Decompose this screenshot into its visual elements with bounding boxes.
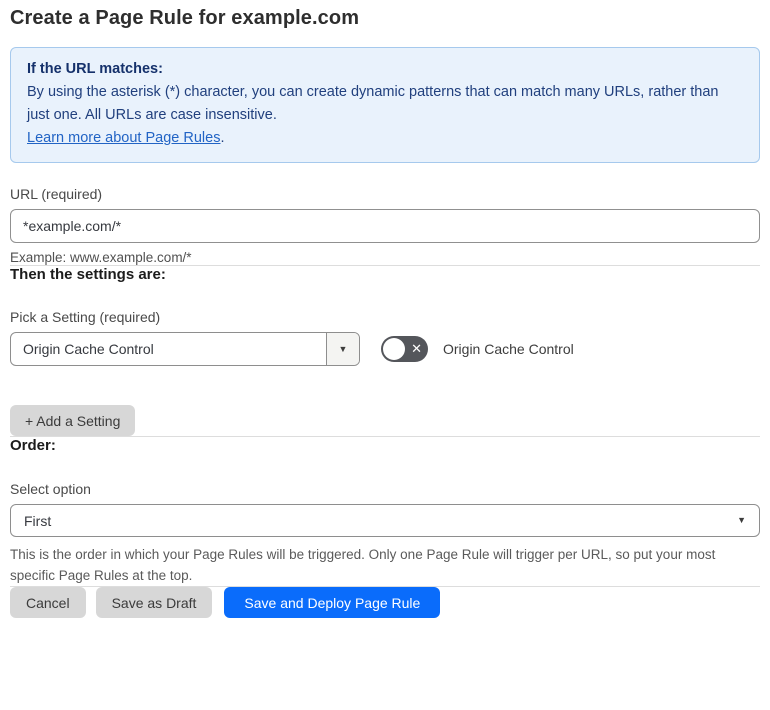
setting-select[interactable]: Origin Cache Control ▼ <box>10 332 360 366</box>
origin-cache-toggle[interactable]: ✕ <box>381 336 428 362</box>
page-title: Create a Page Rule for example.com <box>10 7 360 29</box>
order-select[interactable]: First ▼ <box>10 504 760 537</box>
setting-select-caret-button[interactable]: ▼ <box>326 333 359 365</box>
pick-setting-label: Pick a Setting (required) <box>10 309 161 325</box>
settings-section-heading: Then the settings are: <box>10 266 166 283</box>
save-as-draft-button[interactable]: Save as Draft <box>95 587 213 618</box>
save-and-deploy-button[interactable]: Save and Deploy Page Rule <box>224 587 441 618</box>
learn-more-link[interactable]: Learn more about Page Rules <box>27 130 220 146</box>
url-label: URL (required) <box>10 186 103 202</box>
cancel-button[interactable]: Cancel <box>10 587 86 618</box>
setting-row: Pick a Setting (required) Origin Cache C… <box>10 309 760 366</box>
url-example-hint: Example: www.example.com/* <box>10 250 192 265</box>
order-section-heading: Order: <box>10 437 56 454</box>
chevron-down-icon: ▼ <box>338 343 348 354</box>
url-match-info-box: If the URL matches: By using the asteris… <box>10 47 760 163</box>
setting-picker-column: Pick a Setting (required) Origin Cache C… <box>10 309 360 366</box>
info-box-link-line: Learn more about Page Rules. <box>27 127 743 150</box>
info-box-body: By using the asterisk (*) character, you… <box>27 84 719 123</box>
setting-select-value: Origin Cache Control <box>23 341 154 357</box>
toggle-knob <box>383 338 405 360</box>
url-input[interactable] <box>10 209 760 243</box>
url-field: URL (required) Example: www.example.com/… <box>10 186 760 265</box>
add-setting-button[interactable]: + Add a Setting <box>10 405 136 436</box>
create-page-rule-form: Create a Page Rule for example.com If th… <box>0 0 770 710</box>
chevron-down-icon: ▼ <box>737 515 746 525</box>
origin-cache-toggle-group: ✕ Origin Cache Control <box>381 332 574 366</box>
order-select-value: First <box>24 512 52 529</box>
order-help-text: This is the order in which your Page Rul… <box>10 547 716 583</box>
info-box-heading: If the URL matches: <box>27 61 163 77</box>
link-period: . <box>220 130 225 146</box>
pick-setting-field: Pick a Setting (required) Origin Cache C… <box>10 309 760 366</box>
order-select-label: Select option <box>10 481 91 497</box>
origin-cache-toggle-label: Origin Cache Control <box>443 341 574 357</box>
footer-actions: Cancel Save as Draft Save and Deploy Pag… <box>10 587 760 618</box>
toggle-off-x-icon: ✕ <box>411 341 422 356</box>
